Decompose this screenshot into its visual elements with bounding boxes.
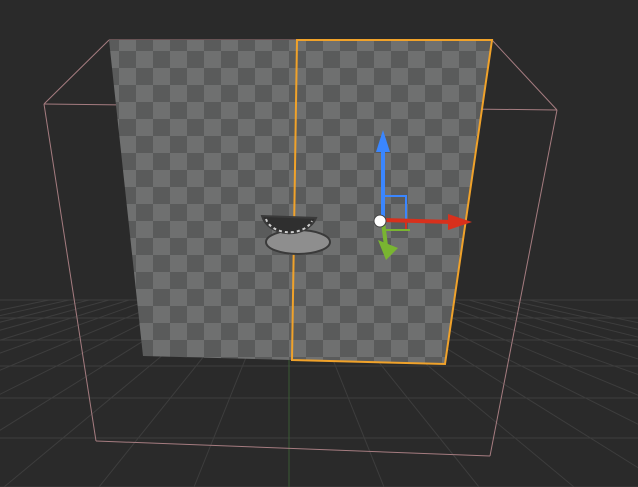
pivot-center-icon[interactable]	[373, 214, 387, 228]
grid-line	[0, 299, 130, 341]
grid-line	[468, 299, 638, 348]
grid-line	[0, 299, 150, 354]
grid-line	[528, 299, 638, 324]
grid-line	[0, 299, 110, 331]
mesh-panel-right-selected[interactable]	[292, 40, 492, 364]
light-base-ellipse	[265, 229, 331, 255]
3d-viewport[interactable]	[0, 0, 638, 487]
mesh-panel-left[interactable]	[109, 40, 297, 360]
grid-line	[428, 299, 638, 375]
grid-line	[488, 299, 638, 338]
grid-line	[508, 299, 638, 330]
viewport-canvas[interactable]	[0, 0, 638, 487]
gizmo-x-axis-line[interactable]	[382, 218, 453, 224]
grid-line	[0, 299, 90, 323]
